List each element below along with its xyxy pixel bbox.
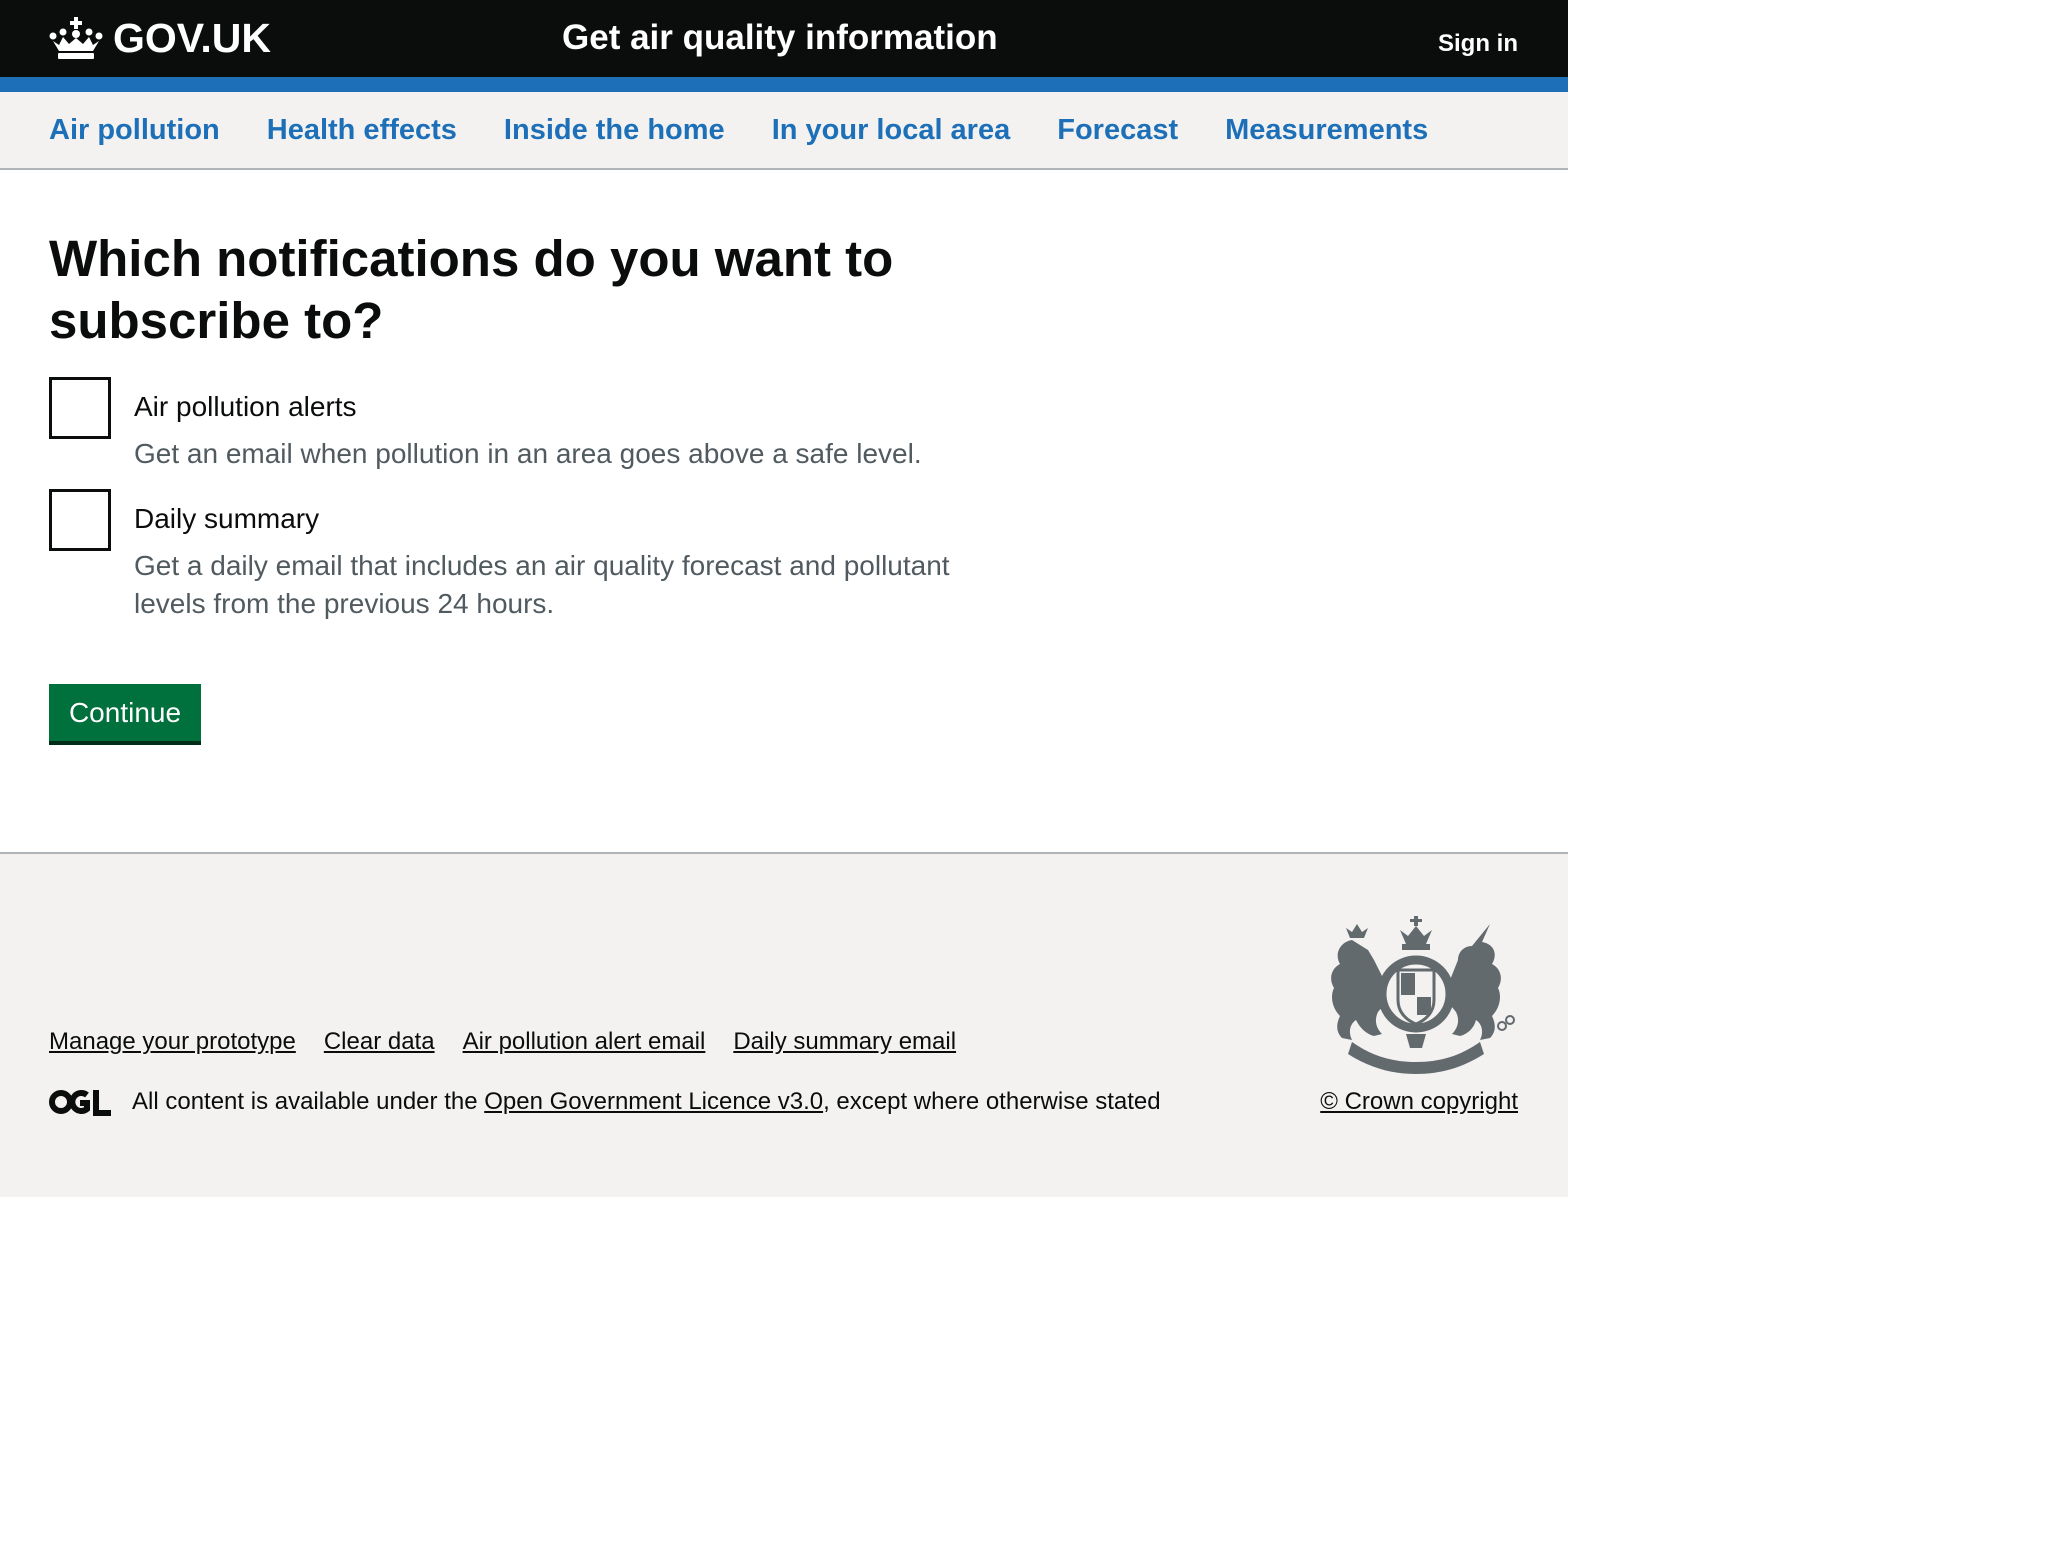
header-blue-bar <box>0 77 1568 92</box>
nav-item: Inside the home <box>504 110 772 150</box>
checkbox-item-daily-summary: Daily summary Get a daily email that inc… <box>49 489 979 629</box>
nav-link-inside-the-home[interactable]: Inside the home <box>504 110 725 150</box>
govuk-logo-link[interactable]: GOV.UK <box>49 13 271 63</box>
crown-copyright-link[interactable]: © Crown copyright <box>1320 1086 1518 1118</box>
footer-link-air-pollution-alert-email[interactable]: Air pollution alert email <box>463 1026 706 1058</box>
licence-text: All content is available under the Open … <box>132 1086 1161 1118</box>
crown-icon <box>49 17 103 59</box>
footer-link-clear-data[interactable]: Clear data <box>324 1026 435 1058</box>
footer-link-item: Clear data <box>324 1026 463 1058</box>
air-pollution-alerts-label[interactable]: Air pollution alerts <box>134 389 357 425</box>
footer-link-item: Manage your prototype <box>49 1026 324 1058</box>
nav-link-forecast[interactable]: Forecast <box>1057 110 1178 150</box>
nav-item: Health effects <box>267 110 504 150</box>
page-heading: Which notifications do you want to subsc… <box>49 230 894 349</box>
site-header: GOV.UK Get air quality information Sign … <box>0 0 1568 77</box>
nav-list: Air pollution Health effects Inside the … <box>49 110 1475 150</box>
licence-prefix: All content is available under the <box>132 1088 485 1115</box>
footer-link-daily-summary-email[interactable]: Daily summary email <box>733 1026 956 1058</box>
daily-summary-checkbox[interactable] <box>49 489 111 551</box>
nav-link-air-pollution[interactable]: Air pollution <box>49 110 220 150</box>
footer-link-item: Daily summary email <box>733 1026 984 1058</box>
air-pollution-alerts-hint: Get an email when pollution in an area g… <box>134 438 922 469</box>
royal-coat-of-arms-icon <box>1331 916 1515 1074</box>
daily-summary-hint: Get a daily email that includes an air q… <box>134 550 950 619</box>
air-pollution-alerts-checkbox[interactable] <box>49 377 111 439</box>
nav-item: Forecast <box>1057 110 1225 150</box>
service-name[interactable]: Get air quality information <box>562 14 998 62</box>
sign-in-link[interactable]: Sign in <box>1438 26 1518 62</box>
primary-navigation: Air pollution Health effects Inside the … <box>0 92 1568 170</box>
nav-item: In your local area <box>772 110 1058 150</box>
ogl-licence-link[interactable]: Open Government Licence v3.0 <box>484 1088 823 1115</box>
footer-link-item: Air pollution alert email <box>463 1026 734 1058</box>
nav-link-health-effects[interactable]: Health effects <box>267 110 457 150</box>
logo-text: GOV.UK <box>113 15 271 61</box>
nav-link-in-your-local-area[interactable]: In your local area <box>772 110 1011 150</box>
site-footer: Manage your prototype Clear data Air pol… <box>0 852 1568 1197</box>
footer-links: Manage your prototype Clear data Air pol… <box>49 1026 984 1058</box>
continue-button[interactable]: Continue <box>49 684 201 741</box>
daily-summary-label[interactable]: Daily summary <box>134 501 319 537</box>
ogl-logo-icon <box>49 1090 111 1116</box>
licence-suffix: , except where otherwise stated <box>823 1088 1161 1115</box>
footer-link-manage-prototype[interactable]: Manage your prototype <box>49 1026 296 1058</box>
licence-row: All content is available under the Open … <box>49 1086 1161 1118</box>
checkbox-item-air-pollution-alerts: Air pollution alerts Get an email when p… <box>49 377 979 477</box>
nav-item: Air pollution <box>49 110 267 150</box>
nav-link-measurements[interactable]: Measurements <box>1225 110 1428 150</box>
nav-item: Measurements <box>1225 110 1475 150</box>
